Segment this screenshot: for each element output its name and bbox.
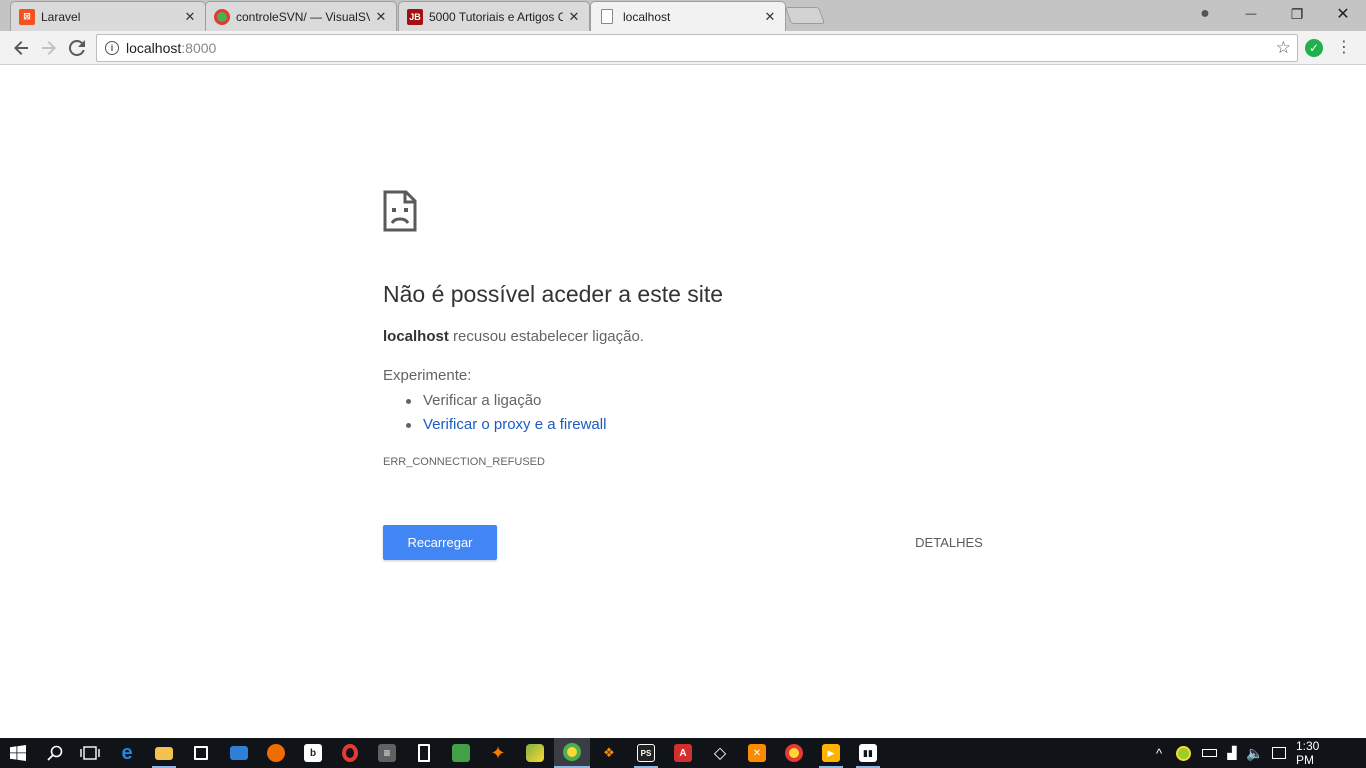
calculator-icon[interactable]: [406, 738, 442, 768]
acrobat-icon[interactable]: A: [665, 738, 701, 768]
chrome-menu-icon[interactable]: ⋮: [1336, 37, 1352, 59]
details-button[interactable]: DETALHES: [905, 525, 993, 560]
close-icon[interactable]: ✕: [763, 9, 777, 25]
info-icon[interactable]: i: [105, 41, 119, 55]
reload-button[interactable]: [64, 35, 90, 61]
tab-localhost[interactable]: localhost ✕: [590, 1, 786, 31]
reload-icon: [69, 40, 85, 56]
close-icon[interactable]: ✕: [183, 9, 197, 25]
error-summary: localhost recusou estabelecer ligação.: [383, 328, 644, 345]
error-summary-text: recusou estabelecer ligação.: [448, 328, 644, 345]
close-icon[interactable]: ✕: [567, 9, 581, 25]
task-view-glyph-icon: [80, 746, 100, 760]
close-window-button[interactable]: ✕: [1320, 0, 1366, 28]
tab-laravel[interactable]: ⊠ Laravel ✕: [10, 1, 206, 31]
mysql-icon[interactable]: ❖: [591, 738, 627, 768]
error-code: ERR_CONNECTION_REFUSED: [383, 456, 545, 468]
suggestions-title: Experimente:: [383, 367, 472, 384]
address-bar[interactable]: i localhost:8000 ☆: [96, 34, 1298, 62]
tray-chevron-icon[interactable]: ^: [1150, 738, 1168, 768]
minimize-button[interactable]: —: [1228, 0, 1274, 28]
forward-arrow-icon: [42, 41, 56, 55]
movie-maker-icon[interactable]: ▮▮: [850, 738, 886, 768]
back-button[interactable]: [8, 35, 34, 61]
windows-taskbar: e b ≡ ✦ ❖ PS A ◇ ✕ ▶ ▮▮ ^ ▟ 🔈 1:30 PM: [0, 738, 1366, 768]
page-icon: [601, 9, 613, 24]
url-host: localhost: [126, 40, 182, 56]
chrome-taskbar-icon[interactable]: [554, 738, 590, 768]
reload-page-button[interactable]: Recarregar: [383, 525, 497, 560]
url-text[interactable]: localhost:8000: [126, 40, 216, 56]
media-player-icon[interactable]: ▶: [813, 738, 849, 768]
new-tab-button[interactable]: [784, 7, 826, 24]
network-offline-icon[interactable]: ▟: [1221, 738, 1243, 768]
volume-icon[interactable]: 🔈: [1244, 738, 1266, 768]
error-heading: Não é possível aceder a este site: [383, 281, 724, 307]
tab-tutoriais[interactable]: JB 5000 Tutoriais e Artigos C ✕: [398, 1, 590, 31]
search-icon[interactable]: [37, 738, 73, 768]
tab-strip: ⊠ Laravel ✕ controleSVN/ — VisualSV ✕ JB…: [0, 0, 1366, 31]
bracket-icon[interactable]: b: [295, 738, 331, 768]
sublime-icon[interactable]: ≡: [369, 738, 405, 768]
chrome-alt-icon[interactable]: [776, 738, 812, 768]
forward-button[interactable]: [36, 35, 62, 61]
opera-icon[interactable]: [332, 738, 368, 768]
error-host: localhost: [383, 328, 449, 345]
battery-icon[interactable]: [1198, 738, 1220, 768]
windows-logo-icon: [10, 745, 26, 761]
bookmark-star-icon[interactable]: ☆: [1276, 38, 1291, 58]
firefox-icon[interactable]: [258, 738, 294, 768]
start-button[interactable]: [0, 738, 36, 768]
avast-icon[interactable]: ✦: [480, 738, 516, 768]
extension-check-icon[interactable]: ✓: [1305, 39, 1323, 57]
suggestions-list: Verificar a ligação Verificar o proxy e …: [403, 389, 606, 437]
magnifier-icon: [47, 745, 63, 761]
sad-document-icon: [383, 190, 417, 232]
edge-icon[interactable]: e: [109, 738, 145, 768]
taskbar-clock[interactable]: 1:30 PM: [1296, 738, 1340, 768]
tab-title: localhost: [623, 9, 671, 24]
jb-icon: JB: [407, 8, 423, 25]
suggestion-proxy-firewall-link[interactable]: Verificar o proxy e a firewall: [403, 413, 606, 437]
tray-app-icon[interactable]: [1172, 738, 1194, 768]
paint-icon[interactable]: [517, 738, 553, 768]
action-center-icon[interactable]: [1268, 738, 1290, 768]
browser-toolbar: i localhost:8000 ☆ ✓ ⋮: [0, 31, 1366, 65]
close-icon[interactable]: ✕: [374, 9, 388, 25]
error-page: Não é possível aceder a este site localh…: [0, 66, 1366, 738]
url-port: :8000: [181, 40, 217, 56]
tab-title: controleSVN/ — VisualSV: [236, 9, 370, 24]
git-icon[interactable]: ◇: [702, 738, 738, 768]
tab-controlesvn[interactable]: controleSVN/ — VisualSV ✕: [205, 1, 397, 31]
profile-icon[interactable]: ●: [1182, 0, 1228, 28]
store-icon[interactable]: [183, 738, 219, 768]
laravel-icon: ⊠: [19, 8, 35, 25]
remote-desktop-icon[interactable]: [221, 738, 257, 768]
suggestion-check-connection: Verificar a ligação: [403, 389, 606, 413]
restore-button[interactable]: ❐: [1274, 0, 1320, 28]
sheets-icon[interactable]: [443, 738, 479, 768]
phpstorm-icon[interactable]: PS: [628, 738, 664, 768]
back-arrow-icon: [14, 41, 28, 55]
tab-title: 5000 Tutoriais e Artigos C: [429, 9, 563, 24]
file-explorer-icon[interactable]: [146, 738, 182, 768]
xampp-icon[interactable]: ✕: [739, 738, 775, 768]
chrome-icon: [214, 8, 230, 25]
task-view-icon[interactable]: [72, 738, 108, 768]
tab-title: Laravel: [41, 9, 81, 24]
